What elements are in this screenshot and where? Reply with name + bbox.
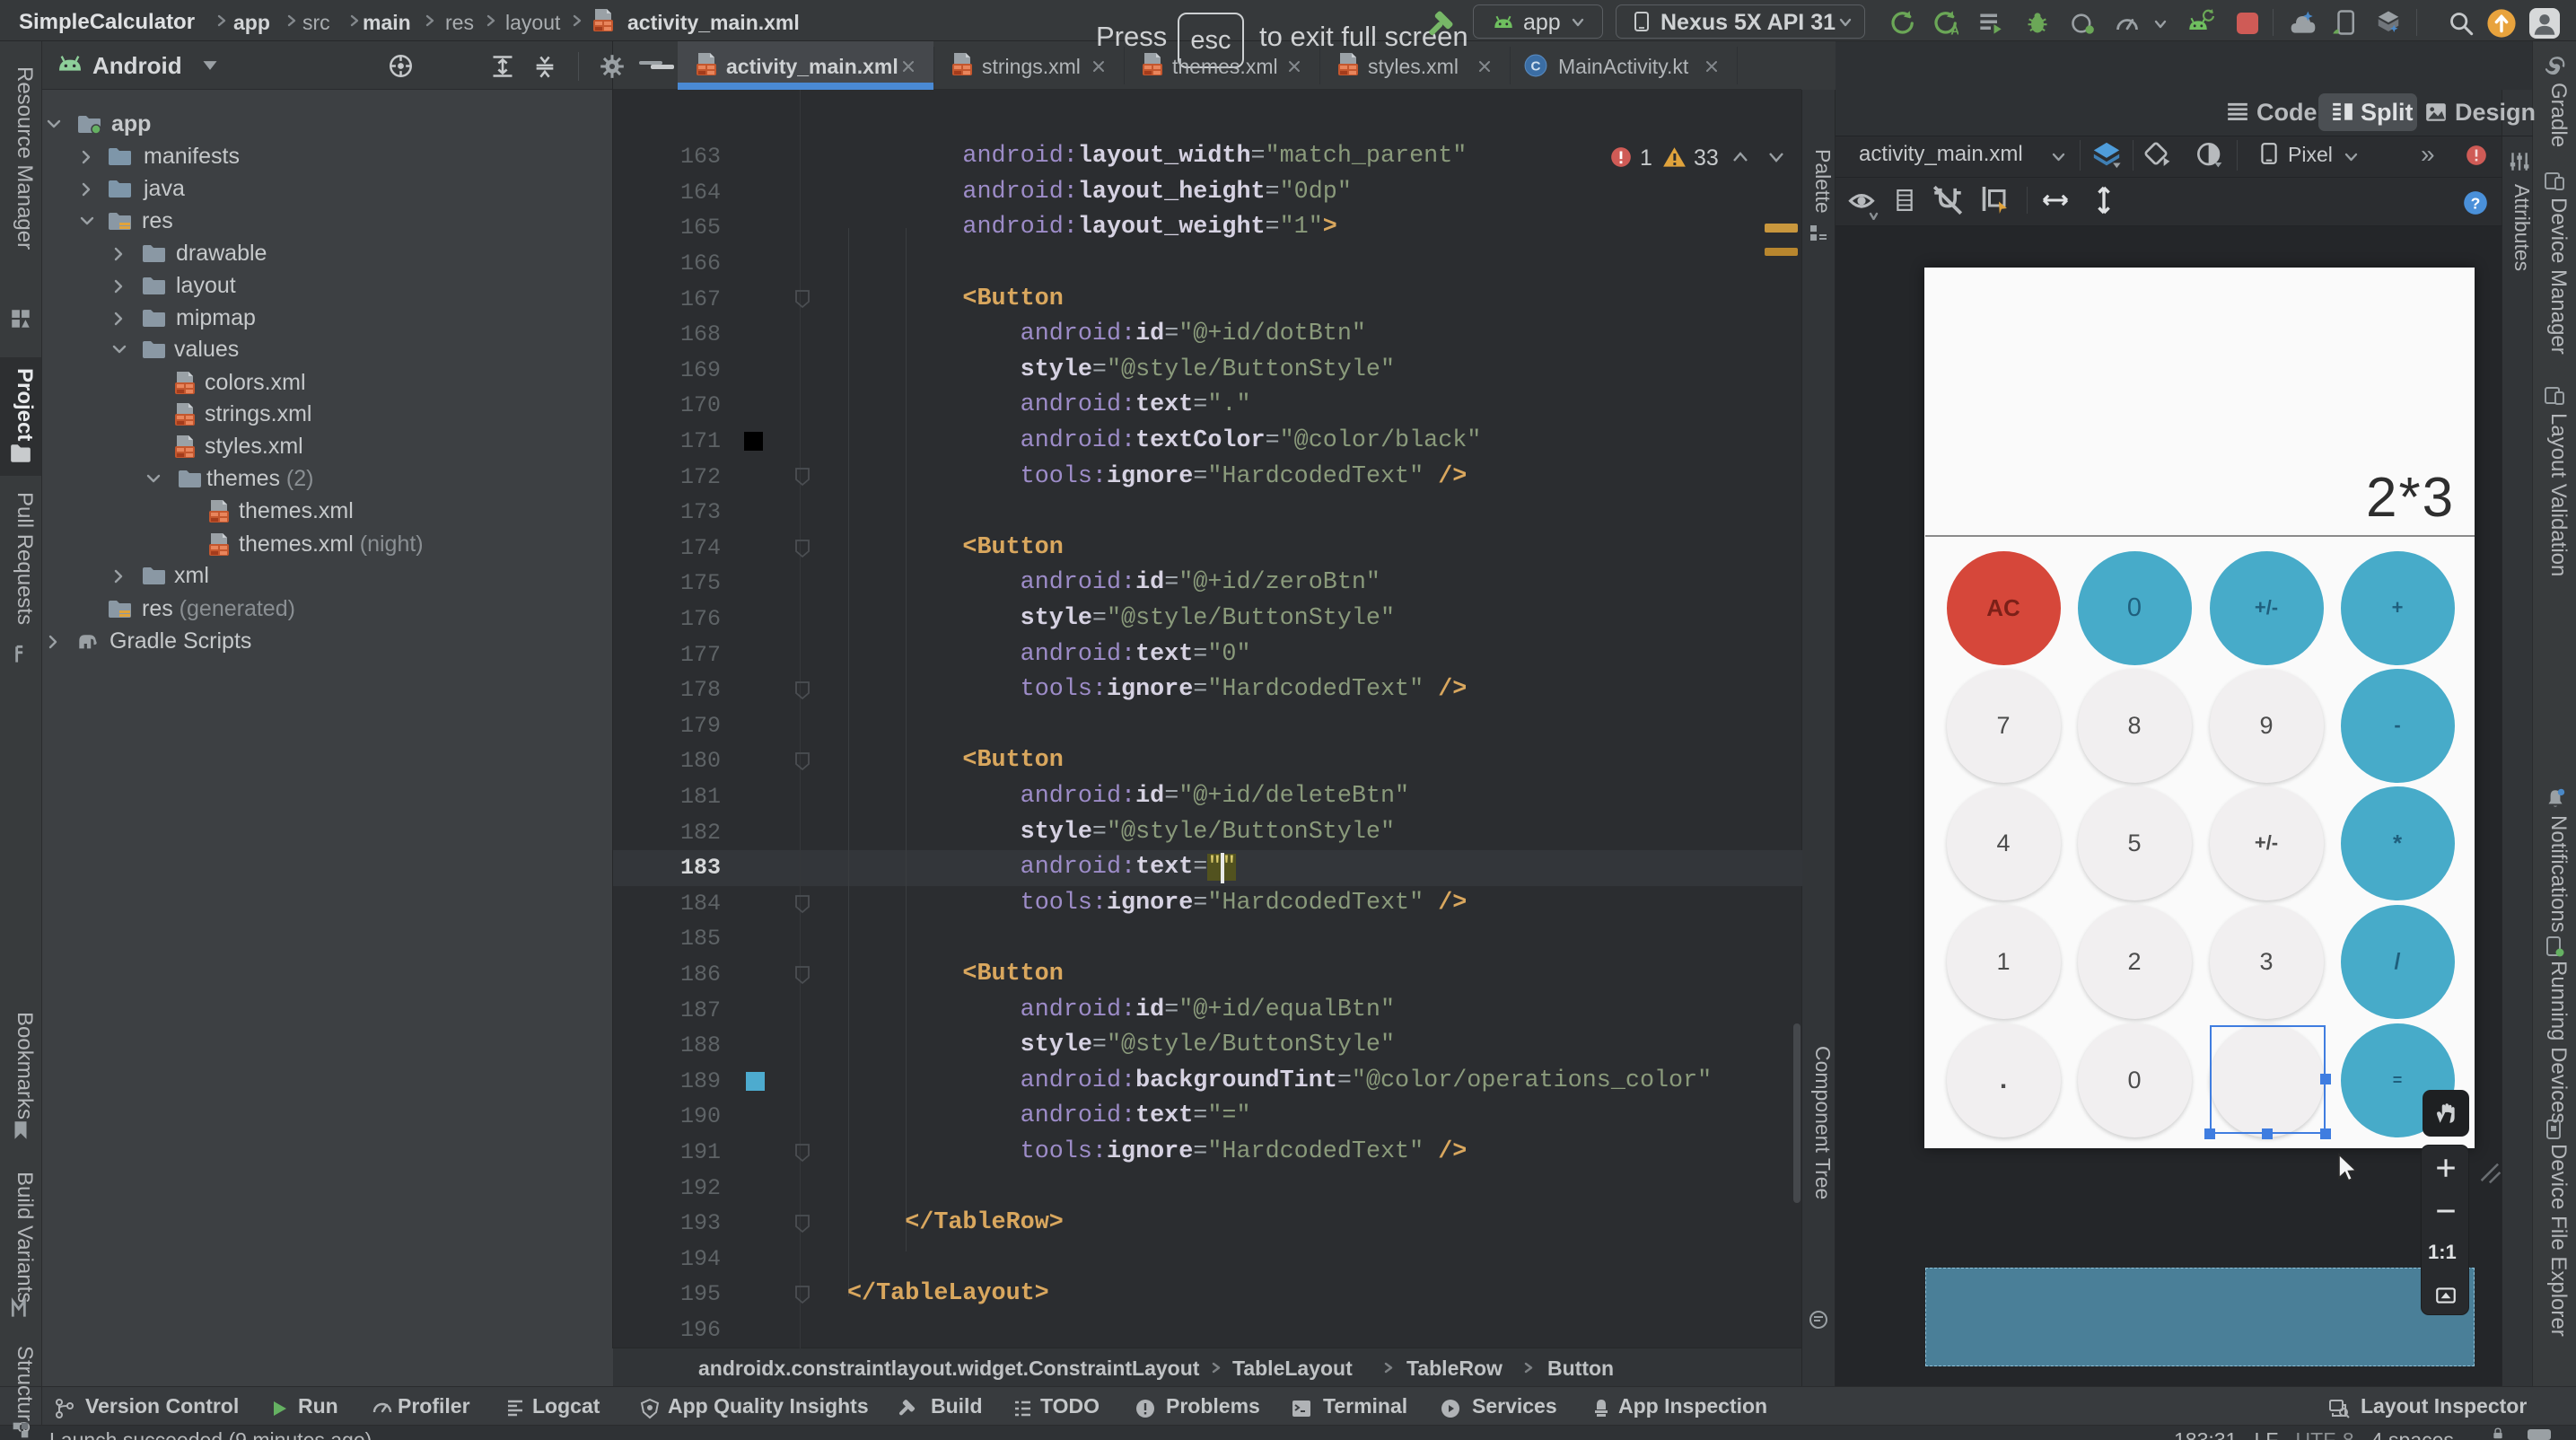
svg-text:?: ? xyxy=(2471,194,2481,212)
svg-text:A: A xyxy=(1950,24,1958,38)
svg-text:C: C xyxy=(1531,58,1541,74)
